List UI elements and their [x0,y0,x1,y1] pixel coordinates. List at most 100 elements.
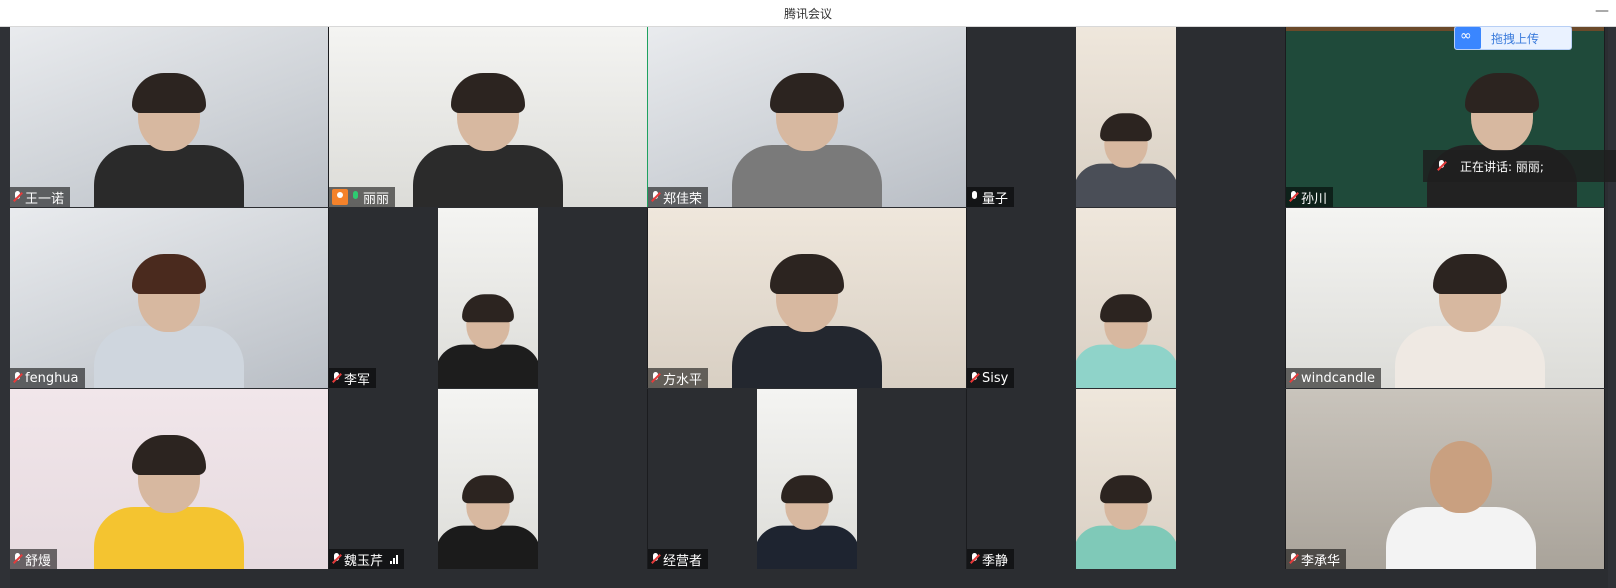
participant-label: 方水平 [648,368,709,388]
participant-name: 舒熳 [25,553,52,569]
participant-tile[interactable]: 李军 [329,208,648,388]
participant-silhouette [1076,294,1176,388]
video-feed [10,208,328,388]
participant-label: 魏玉芹 [329,549,405,569]
bottom-strip [10,571,1608,588]
participant-label: 舒熳 [10,549,58,569]
participant-silhouette [1395,254,1546,388]
video-feed [10,27,328,207]
participant-tile[interactable]: 经营者 [648,389,967,569]
mic-muted-icon [13,553,22,565]
participant-label: 郑佳荣 [648,187,709,207]
mic-muted-icon [651,553,660,565]
participant-label: 李军 [329,368,377,388]
participant-tile[interactable]: fenghua [10,208,329,388]
video-feed [1076,389,1176,569]
participant-tile[interactable]: 李承华 [1286,389,1605,569]
participant-name: 魏玉芹 [344,553,384,569]
participant-label: 季静 [967,549,1015,569]
participant-name: 经营者 [663,553,703,569]
minimize-button[interactable]: — [1594,4,1610,21]
video-feed [438,208,538,388]
participant-silhouette [94,73,244,207]
participant-tile[interactable]: windcandle [1286,208,1605,388]
participant-tile[interactable]: 魏玉芹 [329,389,648,569]
participant-silhouette [757,475,857,569]
mic-muted-icon [970,372,979,384]
drag-upload-button[interactable]: 拖拽上传 [1454,26,1572,50]
participant-tile[interactable]: 季静 [967,389,1286,569]
speaker-mic-icon [1437,160,1446,172]
window-title: 腾讯会议 [783,6,832,21]
right-edge [1608,27,1616,588]
mic-muted-icon [332,372,341,384]
participant-name: 王一诺 [25,191,65,207]
participant-tile[interactable]: Sisy [967,208,1286,388]
participant-silhouette [1076,475,1176,569]
video-feed [329,27,647,207]
title-bar: 腾讯会议 — [0,0,1616,27]
participant-tile[interactable]: 量子 [967,27,1286,207]
mic-muted-icon [1289,191,1298,203]
participant-silhouette [94,435,244,569]
participant-label: 孙川 [1286,187,1334,207]
mic-muted-icon [970,553,979,565]
participant-name: 李军 [344,372,371,388]
video-feed [1286,389,1604,569]
participant-tile[interactable]: 舒熳 [10,389,329,569]
participant-label: Sisy [967,368,1015,388]
participant-label: windcandle [1286,368,1381,388]
baidu-netdisk-icon [1455,27,1481,49]
participant-silhouette [732,254,882,388]
participant-silhouette [94,254,244,388]
participant-silhouette [732,73,882,207]
participant-name: 季静 [982,553,1009,569]
video-feed [1286,208,1604,388]
participant-tile[interactable]: 方水平 [648,208,967,388]
video-feed [1076,27,1176,207]
video-feed [10,389,328,569]
participant-name: 量子 [982,191,1009,207]
mic-muted-icon [13,191,22,203]
participant-label: 王一诺 [10,187,71,207]
mic-muted-icon [651,191,660,203]
mic-muted-icon [13,372,22,384]
participant-name: 丽丽 [363,191,390,207]
participant-name: Sisy [982,370,1009,386]
participant-name: 郑佳荣 [663,191,703,207]
mic-muted-icon [1289,372,1298,384]
network-signal-icon [390,554,399,564]
participant-silhouette [1076,113,1176,207]
video-feed [757,389,857,569]
video-grid: 王一诺 丽丽 郑佳荣 量子 孙川 fenghua 李军 方水平 Sisy win… [10,27,1608,569]
video-feed [1076,208,1176,388]
speaking-text: 正在讲话: 丽丽; [1460,159,1544,174]
participant-name: windcandle [1301,370,1375,386]
video-feed [648,27,966,207]
upload-label: 拖拽上传 [1491,31,1540,46]
participant-name: 孙川 [1301,191,1328,207]
mic-active-icon [351,191,360,203]
participant-label: 经营者 [648,549,709,569]
participant-label: 李承华 [1286,549,1347,569]
participant-tile-active-speaker[interactable]: 丽丽 [329,27,648,207]
participant-name: 方水平 [663,372,703,388]
participant-label: fenghua [10,368,85,388]
participant-silhouette [438,294,538,388]
participant-label: 量子 [967,187,1015,207]
participant-silhouette [1385,441,1536,569]
participant-name: 李承华 [1301,553,1341,569]
participant-tile[interactable]: 郑佳荣 [648,27,967,207]
participant-silhouette [413,73,563,207]
mic-muted-icon [332,553,341,565]
video-feed [438,389,538,569]
speaking-indicator: 正在讲话: 丽丽; [1423,150,1616,182]
participant-silhouette [438,475,538,569]
video-feed [648,208,966,388]
participant-silhouette [1427,73,1578,207]
mic-muted-icon [651,372,660,384]
mic-on-icon [970,191,979,203]
participant-tile[interactable]: 王一诺 [10,27,329,207]
host-icon [332,189,348,205]
mic-muted-icon [1289,553,1298,565]
